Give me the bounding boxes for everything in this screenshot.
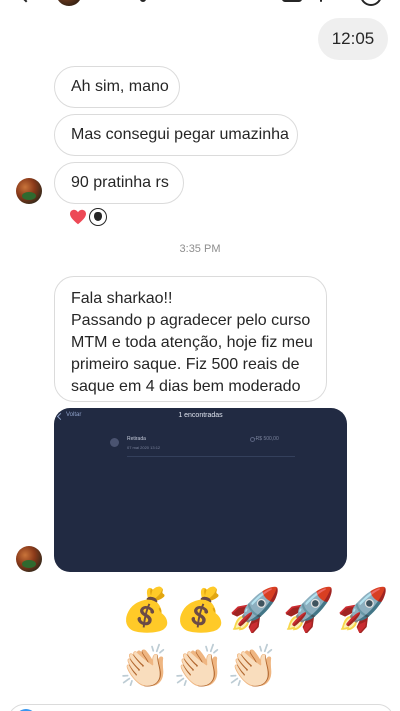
dm-thread: 12:05 Ah sim, mano Mas consegui pegar um…	[0, 0, 400, 711]
received-message-bubble-long[interactable]: Fala sharkao!! Passando p agradecer pelo…	[54, 276, 327, 402]
back-chevron-icon[interactable]	[17, 0, 35, 3]
rocket-emoji: 🚀	[336, 586, 390, 633]
emoji-message[interactable]: 💰 💰 🚀 🚀 🚀	[120, 585, 390, 635]
media-divider	[127, 456, 295, 457]
emoji-message[interactable]: 👏🏻 👏🏻 👏🏻	[118, 642, 280, 692]
transaction-label: Retirada	[127, 436, 146, 442]
money-bag-emoji: 💰	[120, 586, 174, 633]
heart-reaction-icon	[67, 206, 89, 228]
media-title: 1 encontradas	[178, 412, 223, 419]
sender-avatar[interactable]	[16, 546, 42, 572]
received-message-bubble[interactable]: Mas consegui pegar umazinha	[54, 114, 298, 156]
transaction-date: 07 mai 2020 13:12	[127, 445, 161, 450]
rocket-emoji: 🚀	[282, 586, 336, 633]
video-call-icon[interactable]	[282, 0, 302, 2]
message-line: primeiro saque. Fiz 500 reais de	[71, 356, 300, 373]
sent-message-bubble[interactable]: 12:05	[318, 18, 388, 60]
transaction-icon	[110, 438, 119, 447]
thread-timestamp: 3:35 PM	[179, 243, 221, 255]
message-line: Fala sharkao!!	[71, 290, 173, 307]
message-composer[interactable]	[8, 704, 394, 711]
received-message-bubble[interactable]: Ah sim, mano	[54, 66, 180, 108]
clapping-hands-emoji: 👏🏻	[118, 643, 172, 690]
message-line: MTM e toda atenção, hoje fiz meu	[71, 334, 313, 351]
info-icon[interactable]	[360, 0, 382, 6]
header-username-fragment[interactable]	[140, 0, 146, 2]
message-reactions[interactable]	[67, 206, 107, 228]
reactor-avatar-icon	[89, 208, 107, 226]
transaction-amount: -R$ 500,00	[254, 436, 279, 442]
message-line: saque em 4 dias bem moderado	[71, 378, 301, 395]
clapping-hands-emoji: 👏🏻	[226, 643, 280, 690]
sender-avatar[interactable]	[16, 178, 42, 204]
audio-call-icon[interactable]	[320, 0, 322, 2]
received-message-bubble[interactable]: 90 pratinha rs	[54, 162, 184, 204]
header-avatar[interactable]	[56, 0, 82, 6]
message-line: Passando p agradecer pelo curso	[71, 312, 311, 329]
rocket-emoji: 🚀	[228, 586, 282, 633]
money-bag-emoji: 💰	[174, 586, 228, 633]
clapping-hands-emoji: 👏🏻	[172, 643, 226, 690]
shared-screenshot-image[interactable]: Voltar 1 encontradas Retirada 07 mai 202…	[54, 408, 347, 572]
thread-header	[0, 0, 400, 8]
